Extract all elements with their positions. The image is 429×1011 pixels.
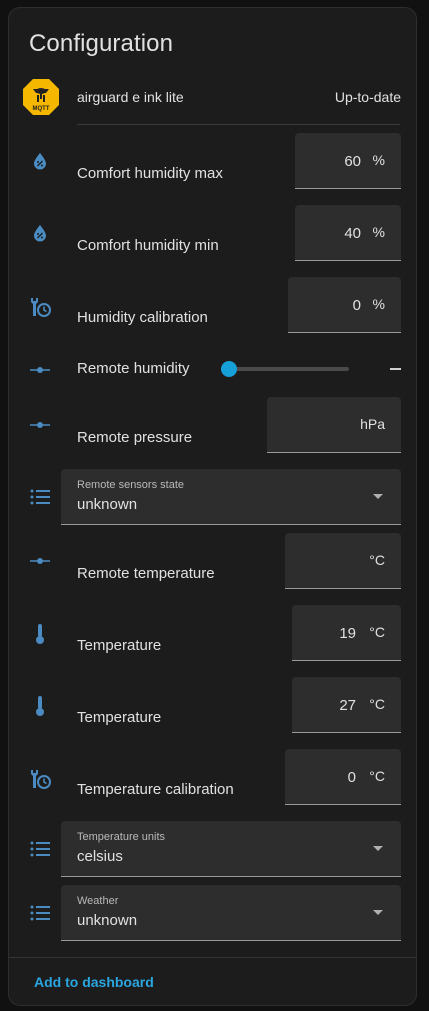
row-label: Remote pressure [77, 429, 193, 446]
svg-text:MQTT: MQTT [33, 106, 50, 112]
dropdown-arrow-icon[interactable] [373, 494, 383, 499]
select-label: Remote sensors state [77, 479, 184, 491]
footer-divider [9, 957, 416, 958]
input-value: 0 [352, 297, 361, 314]
remote-pressure-input[interactable]: hPa [267, 397, 401, 453]
row-remote-sensors-state: Remote sensors state unknown [9, 469, 418, 525]
water-percent-icon [27, 148, 53, 174]
card-title: Configuration [29, 30, 174, 57]
row-temperature-calibration: Temperature calibration 0 °C [9, 749, 418, 805]
input-unit: °C [369, 552, 385, 568]
remote-humidity-slider-track[interactable] [221, 367, 349, 371]
remote-humidity-value-dash [390, 368, 401, 370]
comfort-humidity-max-input[interactable]: 60 % [295, 133, 401, 189]
input-unit: % [372, 296, 385, 312]
row-temperature-1: Temperature 19 °C [9, 605, 418, 661]
select-value: unknown [77, 496, 138, 513]
temperature-1-input[interactable]: 19 °C [292, 605, 401, 661]
temperature-2-input[interactable]: 27 °C [292, 677, 401, 733]
row-label: Comfort humidity min [77, 237, 219, 254]
ray-vertex-icon [27, 357, 53, 383]
temperature-calibration-input[interactable]: 0 °C [285, 749, 401, 805]
input-value: 40 [344, 225, 361, 242]
row-label: Temperature [77, 637, 162, 654]
select-value: unknown [77, 912, 138, 929]
thermometer-icon [27, 621, 53, 647]
ray-vertex-icon [27, 412, 53, 438]
select-label: Weather [77, 895, 119, 907]
ray-vertex-icon [27, 548, 53, 574]
configuration-card: Configuration MQTT airguard e ink lite U… [8, 7, 417, 1006]
format-list-bulleted-icon [27, 484, 53, 510]
row-label: Remote temperature [77, 565, 215, 582]
input-value: 0 [347, 769, 356, 786]
device-name[interactable]: airguard e ink lite [77, 89, 184, 105]
select-value: celsius [77, 848, 123, 865]
wrench-clock-icon [27, 766, 53, 792]
row-label: Temperature calibration [77, 781, 234, 798]
input-value: 27 [339, 697, 356, 714]
row-label: Comfort humidity max [77, 165, 223, 182]
thermometer-icon [27, 693, 53, 719]
water-percent-icon [27, 220, 53, 246]
row-label: Temperature [77, 709, 162, 726]
row-humidity-calibration: Humidity calibration 0 % [9, 277, 418, 333]
select-label: Temperature units [77, 831, 166, 843]
row-label: Remote humidity [77, 360, 190, 377]
device-status: Up-to-date [334, 89, 401, 105]
comfort-humidity-min-input[interactable]: 40 % [295, 205, 401, 261]
input-unit: °C [369, 696, 385, 712]
device-row[interactable]: MQTT airguard e ink lite Up-to-date [9, 78, 418, 118]
input-unit: % [372, 224, 385, 240]
input-value: 60 [344, 153, 361, 170]
remote-sensors-state-select[interactable]: Remote sensors state unknown [61, 469, 401, 525]
add-to-dashboard-button[interactable]: Add to dashboard [34, 974, 154, 990]
input-value: 19 [339, 625, 356, 642]
format-list-bulleted-icon [27, 836, 53, 862]
temperature-units-select[interactable]: Temperature units celsius [61, 821, 401, 877]
input-unit: °C [369, 624, 385, 640]
row-temperature-units: Temperature units celsius [9, 821, 418, 877]
row-temperature-2: Temperature 27 °C [9, 677, 418, 733]
row-label: Humidity calibration [77, 309, 208, 326]
remote-humidity-slider-thumb[interactable] [221, 361, 237, 377]
input-unit: % [372, 152, 385, 168]
humidity-calibration-input[interactable]: 0 % [288, 277, 401, 333]
remote-temperature-input[interactable]: °C [285, 533, 401, 589]
mqtt-logo-icon: MQTT [22, 78, 60, 116]
row-comfort-humidity-min: Comfort humidity min 40 % [9, 205, 418, 261]
input-unit: °C [369, 768, 385, 784]
input-unit: hPa [360, 416, 385, 432]
format-list-bulleted-icon [27, 900, 53, 926]
dropdown-arrow-icon[interactable] [373, 910, 383, 915]
weather-select[interactable]: Weather unknown [61, 885, 401, 941]
row-remote-humidity: Remote humidity — [9, 357, 418, 383]
divider [77, 124, 400, 125]
row-comfort-humidity-max: Comfort humidity max 60 % [9, 133, 418, 189]
dropdown-arrow-icon[interactable] [373, 846, 383, 851]
row-remote-pressure: Remote pressure hPa [9, 397, 418, 453]
row-weather: Weather unknown [9, 885, 418, 941]
wrench-clock-icon [27, 294, 53, 320]
row-remote-temperature: Remote temperature °C [9, 533, 418, 589]
